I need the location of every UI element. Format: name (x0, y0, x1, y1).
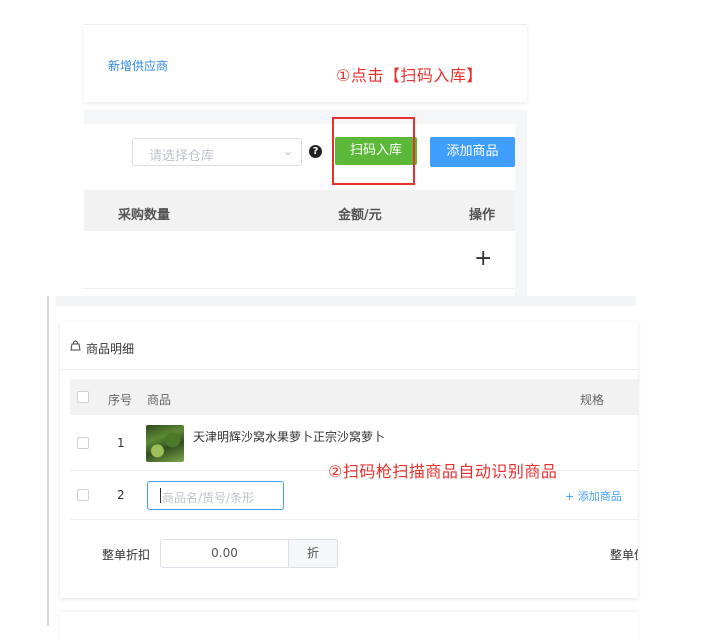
discount-input[interactable]: 0.00 (160, 539, 289, 568)
product-thumbnail (146, 425, 184, 462)
divider (70, 519, 638, 520)
overall-discount-label: 整单优 (610, 548, 638, 562)
page-edge (47, 296, 49, 626)
section-gap-bottom (56, 296, 636, 306)
bag-icon (70, 340, 81, 351)
select-all-checkbox[interactable] (77, 391, 89, 403)
discount-suffix: 折 (288, 539, 338, 568)
column-header-product: 商品 (147, 393, 172, 407)
column-header-spec: 规格 (580, 393, 605, 407)
column-header-amount: 金额/元 (338, 208, 382, 223)
row-index: 2 (117, 488, 125, 502)
row-index: 1 (117, 436, 125, 450)
row-checkbox[interactable] (77, 437, 89, 449)
add-product-button[interactable]: 添加商品 (430, 137, 515, 167)
text-caret (160, 488, 161, 503)
chevron-down-icon: ⌄ (282, 144, 293, 158)
section-gap-right (515, 124, 527, 304)
annotation-step-2: ②扫码枪扫描商品自动识别商品 (328, 462, 558, 481)
column-header-quantity: 采购数量 (118, 208, 171, 223)
add-row-plus-icon[interactable]: + (474, 246, 492, 271)
product-name[interactable]: 天津明辉沙窝水果萝卜正宗沙窝萝卜 (193, 428, 385, 445)
divider (60, 369, 638, 370)
product-search-input[interactable]: 商品名/货号/条形 (147, 481, 284, 510)
annotation-highlight-box (332, 117, 415, 185)
warehouse-select-placeholder: 请选择仓库 (149, 149, 215, 164)
add-supplier-link[interactable]: 新增供应商 (108, 57, 168, 74)
section-title: 商品明细 (86, 342, 135, 356)
annotation-step-1: ①点击【扫码入库】 (336, 66, 483, 85)
column-header-index: 序号 (108, 393, 133, 407)
warehouse-select[interactable]: 请选择仓库 ⌄ (132, 138, 302, 166)
section-gap (84, 110, 527, 124)
row-checkbox[interactable] (77, 489, 89, 501)
help-icon[interactable]: ? (309, 145, 322, 158)
next-card (60, 612, 638, 640)
discount-label: 整单折扣 (102, 548, 151, 562)
add-product-link[interactable]: + 添加商品 (565, 488, 622, 504)
column-header-action: 操作 (469, 208, 496, 223)
divider (84, 288, 515, 289)
